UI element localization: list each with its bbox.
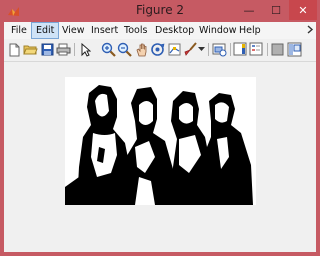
toolbar-separator [267,43,268,56]
zoom-out-icon[interactable] [117,42,132,57]
minimize-icon: — [243,3,255,17]
menu-window[interactable]: Window [195,22,240,39]
close-icon: ✕ [298,3,308,17]
data-cursor-icon[interactable] [167,42,182,57]
minimize-button[interactable]: — [236,0,262,20]
figure-client-area: File Edit View Insert Tools Desktop Wind… [4,22,316,252]
figure-image[interactable] [65,77,256,205]
hide-plot-tools-icon[interactable] [270,42,285,57]
save-icon[interactable] [40,42,55,57]
figure-toolbar [4,39,316,62]
zoom-in-icon[interactable] [101,42,116,57]
menu-file[interactable]: File [7,22,31,39]
show-plot-tools-icon[interactable] [287,42,302,57]
menu-edit[interactable]: Edit [31,22,60,39]
pan-icon[interactable] [134,42,149,57]
toolbar-separator [208,43,209,56]
chevron-right-icon[interactable] [307,25,314,37]
legend-icon[interactable] [249,42,264,57]
title-bar[interactable]: Figure 2 — ☐ ✕ [0,0,320,22]
toolbar-separator [74,43,75,56]
menu-bar: File Edit View Insert Tools Desktop Wind… [4,22,316,39]
close-button[interactable]: ✕ [289,0,317,20]
pointer-icon[interactable] [78,42,93,57]
maximize-icon: ☐ [271,3,281,17]
menu-tools[interactable]: Tools [120,22,151,39]
menu-desktop[interactable]: Desktop [151,22,198,39]
menu-view[interactable]: View [58,22,89,39]
print-icon[interactable] [56,42,71,57]
toolbar-separator [230,43,231,56]
colorbar-icon[interactable] [233,42,248,57]
menu-insert[interactable]: Insert [87,22,122,39]
chevron-down-icon[interactable] [197,42,205,57]
open-file-icon[interactable] [23,42,38,57]
maximize-button[interactable]: ☐ [263,0,289,20]
figure-canvas[interactable] [4,62,316,252]
link-plot-icon[interactable] [212,42,227,57]
rotate-3d-icon[interactable] [150,42,165,57]
new-figure-icon[interactable] [7,42,22,57]
figure-window: Figure 2 — ☐ ✕ File Edit View Insert Too… [0,0,320,256]
menu-help[interactable]: Help [235,22,265,39]
brush-icon[interactable] [183,42,198,57]
